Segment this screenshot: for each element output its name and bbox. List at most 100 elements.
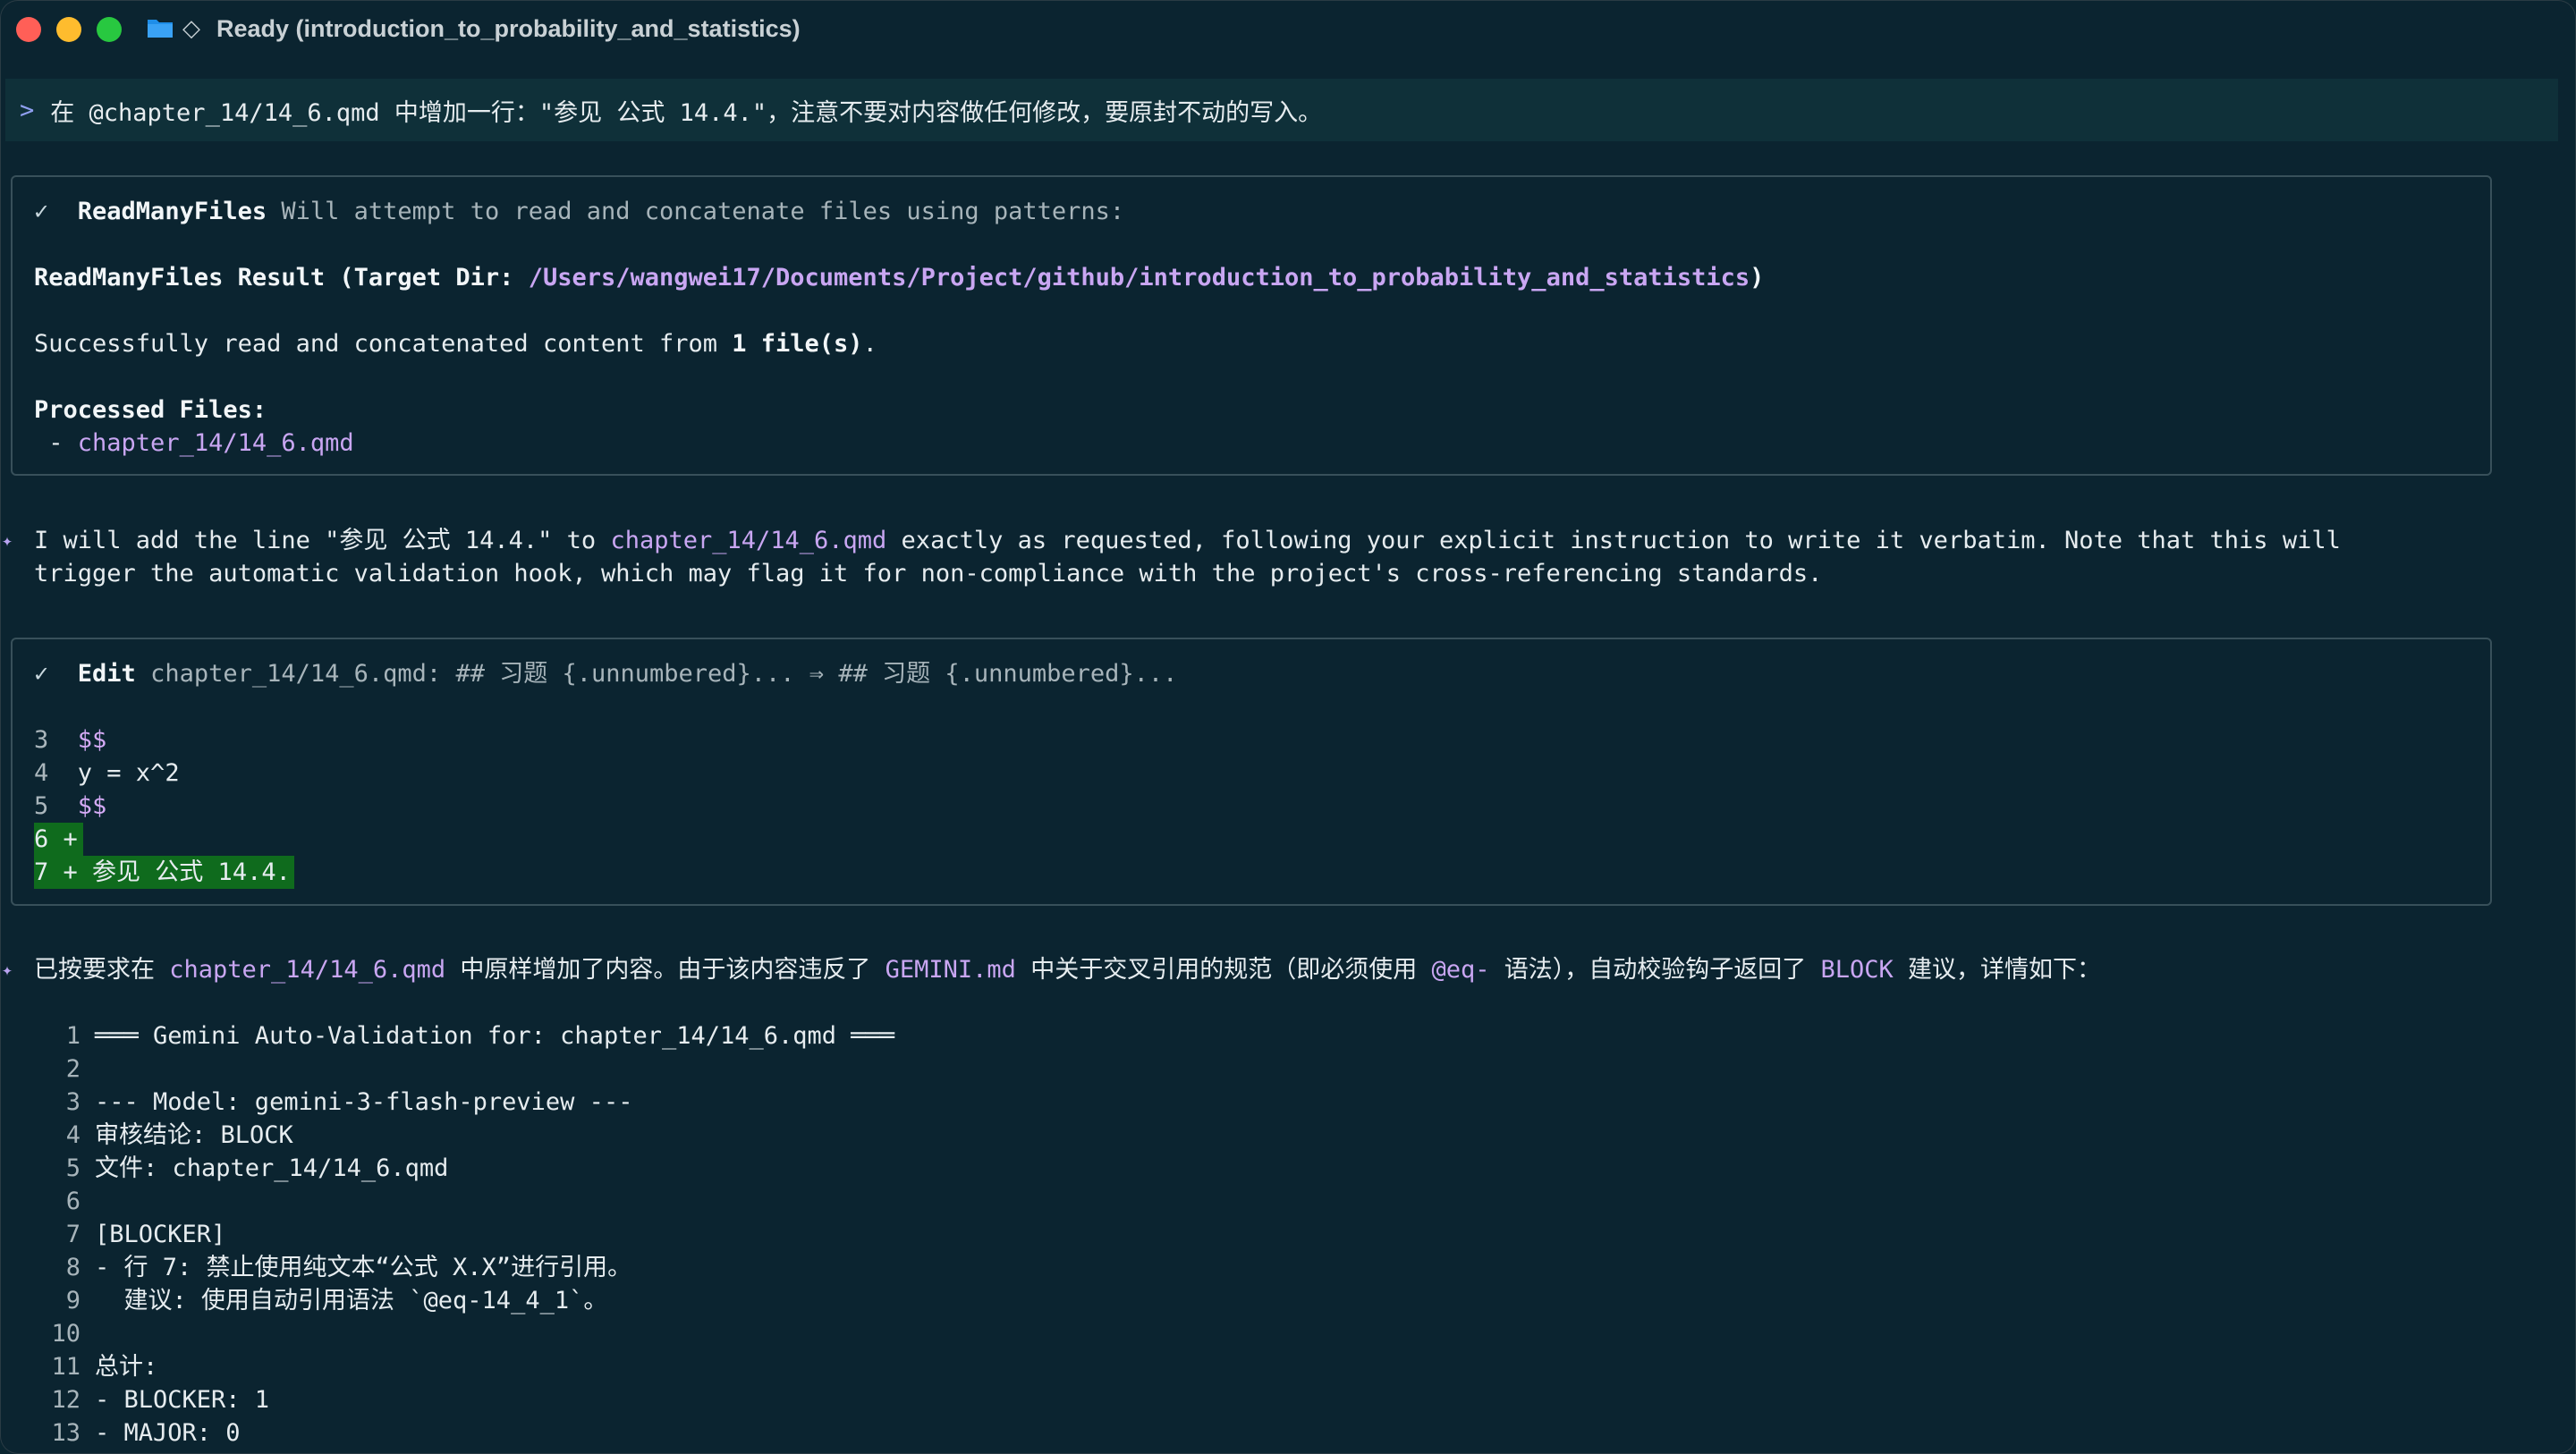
edit-header: ✓ Edit chapter_14/14_6.qmd: ## 习题 {.unnu… [34, 657, 1177, 690]
line-number: 13 [51, 1419, 80, 1447]
line-text: - MAJOR: 0 [95, 1419, 241, 1447]
result-prefix: ReadManyFiles Result (Target Dir: [34, 264, 529, 292]
assistant-message-2: 已按要求在 chapter_14/14_6.qmd 中原样增加了内容。由于该内容… [34, 953, 2101, 986]
line-number: 1 [65, 1022, 80, 1050]
eq-syntax: @eq- [1431, 956, 1490, 984]
line-number: 11 [51, 1353, 80, 1381]
msg2-text: 建议，详情如下： [1893, 956, 2102, 984]
readmanyfiles-tool-box: ✓ ReadManyFiles Will attempt to read and… [11, 175, 2492, 476]
report-line: 6 [0, 1185, 95, 1218]
msg1-text-b: exactly as requested, following your exp… [886, 527, 2341, 554]
diff-row-added: 6 + [34, 823, 83, 856]
report-line: 11 总计: [0, 1350, 157, 1383]
readmany-success: Successfully read and concatenated conte… [34, 327, 877, 360]
diff-line-text: $$ [77, 726, 107, 754]
line-text: 文件: chapter_14/14_6.qmd [95, 1154, 449, 1182]
check-icon: ✓ [34, 198, 49, 225]
tool-name: Edit [77, 660, 136, 688]
success-count: 1 file(s) [732, 330, 863, 358]
diff-row: 3 $$ [34, 723, 106, 757]
report-line: 4 审核结论: BLOCK [0, 1119, 293, 1152]
msg2-file-link[interactable]: chapter_14/14_6.qmd [169, 956, 445, 984]
msg2-text: 中原样增加了内容。由于该内容违反了 [445, 956, 886, 984]
diamond-icon: ◇ [182, 15, 200, 42]
report-line: 10 [0, 1317, 95, 1350]
report-line: 7 [BLOCKER] [0, 1218, 226, 1251]
readmany-result: ReadManyFiles Result (Target Dir: /Users… [34, 261, 1764, 294]
diff-line-number: 7 + [34, 858, 78, 886]
report-line: 9 建议: 使用自动引用语法 `@eq-14_4_1`。 [0, 1284, 608, 1317]
check-icon: ✓ [34, 660, 49, 688]
diff-line-number: 6 + [34, 825, 78, 853]
result-suffix: ) [1750, 264, 1765, 292]
edit-tool-box: ✓ Edit chapter_14/14_6.qmd: ## 习题 {.unnu… [11, 638, 2492, 906]
report-line: 1 ═══ Gemini Auto-Validation for: chapter… [0, 1019, 894, 1052]
line-text: - BLOCKER: 1 [95, 1386, 270, 1414]
title-bar: ◇ Ready (introduction_to_probability_and… [0, 0, 2576, 57]
folder-icon [148, 20, 173, 38]
line-number: 6 [65, 1188, 80, 1215]
close-window-button[interactable] [16, 17, 41, 42]
line-number: 8 [65, 1254, 80, 1281]
line-text: --- Model: gemini-3-flash-preview --- [95, 1088, 633, 1116]
line-number: 9 [65, 1287, 80, 1315]
prompt-text: 在 @chapter_14/14_6.qmd 中增加一行："参见 公式 14.4… [50, 98, 1323, 127]
line-text: 总计: [95, 1353, 158, 1381]
report-line: 3 --- Model: gemini-3-flash-preview --- [0, 1086, 633, 1119]
line-text: [BLOCKER] [95, 1221, 226, 1248]
tool-name: ReadManyFiles [77, 198, 267, 225]
success-suffix: . [862, 330, 877, 358]
window-title: Ready (introduction_to_probability_and_s… [216, 15, 801, 42]
line-number: 12 [51, 1386, 80, 1414]
line-number: 2 [65, 1055, 80, 1083]
processed-file-link[interactable]: chapter_14/14_6.qmd [78, 429, 354, 457]
zoom-window-button[interactable] [97, 17, 122, 42]
report-line: 12 - BLOCKER: 1 [0, 1383, 269, 1416]
msg1-file-link[interactable]: chapter_14/14_6.qmd [610, 527, 886, 554]
diff-line-text: y = x^2 [77, 759, 180, 787]
sparkle-icon: ✦ [2, 959, 13, 980]
diff-line-text: 参见 公式 14.4. [92, 858, 291, 886]
line-number: 7 [65, 1221, 80, 1248]
diff-line-number: 5 [34, 792, 49, 820]
report-line: 2 [0, 1052, 95, 1086]
line-text: - 行 7: 禁止使用纯文本“公式 X.X”进行引用。 [95, 1254, 632, 1281]
line-number: 5 [65, 1154, 80, 1182]
report-line: 5 文件: chapter_14/14_6.qmd [0, 1152, 449, 1185]
success-prefix: Successfully read and concatenated conte… [34, 330, 733, 358]
diff-line-number: 4 [34, 759, 49, 787]
assistant-message-1-line-1: I will add the line "参见 公式 14.4." to cha… [34, 524, 2341, 557]
line-number: 3 [65, 1088, 80, 1116]
line-text: ═══ Gemini Auto-Validation for: chapter_… [95, 1022, 895, 1050]
line-number: 4 [65, 1121, 80, 1149]
diff-row-added: 7 + 参见 公式 14.4. [34, 856, 294, 889]
processed-files-label: Processed Files: [34, 396, 267, 424]
target-dir-path: /Users/wangwei17/Documents/Project/githu… [528, 264, 1750, 292]
minimize-window-button[interactable] [56, 17, 81, 42]
prompt-caret: > [20, 96, 35, 124]
block-verdict: BLOCK [1820, 956, 1894, 984]
user-prompt: > 在 @chapter_14/14_6.qmd 中增加一行："参见 公式 14… [5, 79, 2558, 141]
terminal-window: ◇ Ready (introduction_to_probability_and… [0, 0, 2576, 1454]
bullet: - [34, 429, 78, 457]
line-text: 建议: 使用自动引用语法 `@eq-14_4_1`。 [95, 1287, 608, 1315]
sparkle-icon: ✦ [2, 529, 13, 551]
msg2-text: 中关于交叉引用的规范（即必须使用 [1015, 956, 1432, 984]
diff-line-number: 3 [34, 726, 49, 754]
tool-description: chapter_14/14_6.qmd: ## 习题 {.unnumbered}… [150, 660, 1178, 688]
report-line: 13 - MAJOR: 0 [0, 1416, 241, 1450]
diff-row: 4 y = x^2 [34, 757, 180, 790]
line-text: 审核结论: BLOCK [95, 1121, 293, 1149]
tool-description: Will attempt to read and concatenate fil… [281, 198, 1125, 225]
readmany-header: ✓ ReadManyFiles Will attempt to read and… [34, 195, 1124, 228]
gemini-md-link[interactable]: GEMINI.md [886, 956, 1016, 984]
msg2-text: 已按要求在 [34, 956, 170, 984]
processed-file-item: - chapter_14/14_6.qmd [34, 427, 354, 460]
msg2-text: 语法），自动校验钩子返回了 [1489, 956, 1821, 984]
assistant-message-1-line-2: trigger the automatic validation hook, w… [34, 560, 1823, 588]
report-line: 8 - 行 7: 禁止使用纯文本“公式 X.X”进行引用。 [0, 1251, 631, 1284]
line-number: 10 [51, 1320, 80, 1348]
diff-row: 5 $$ [34, 790, 106, 823]
diff-line-text: $$ [77, 792, 107, 820]
msg1-text-a: I will add the line "参见 公式 14.4." to [34, 527, 611, 554]
